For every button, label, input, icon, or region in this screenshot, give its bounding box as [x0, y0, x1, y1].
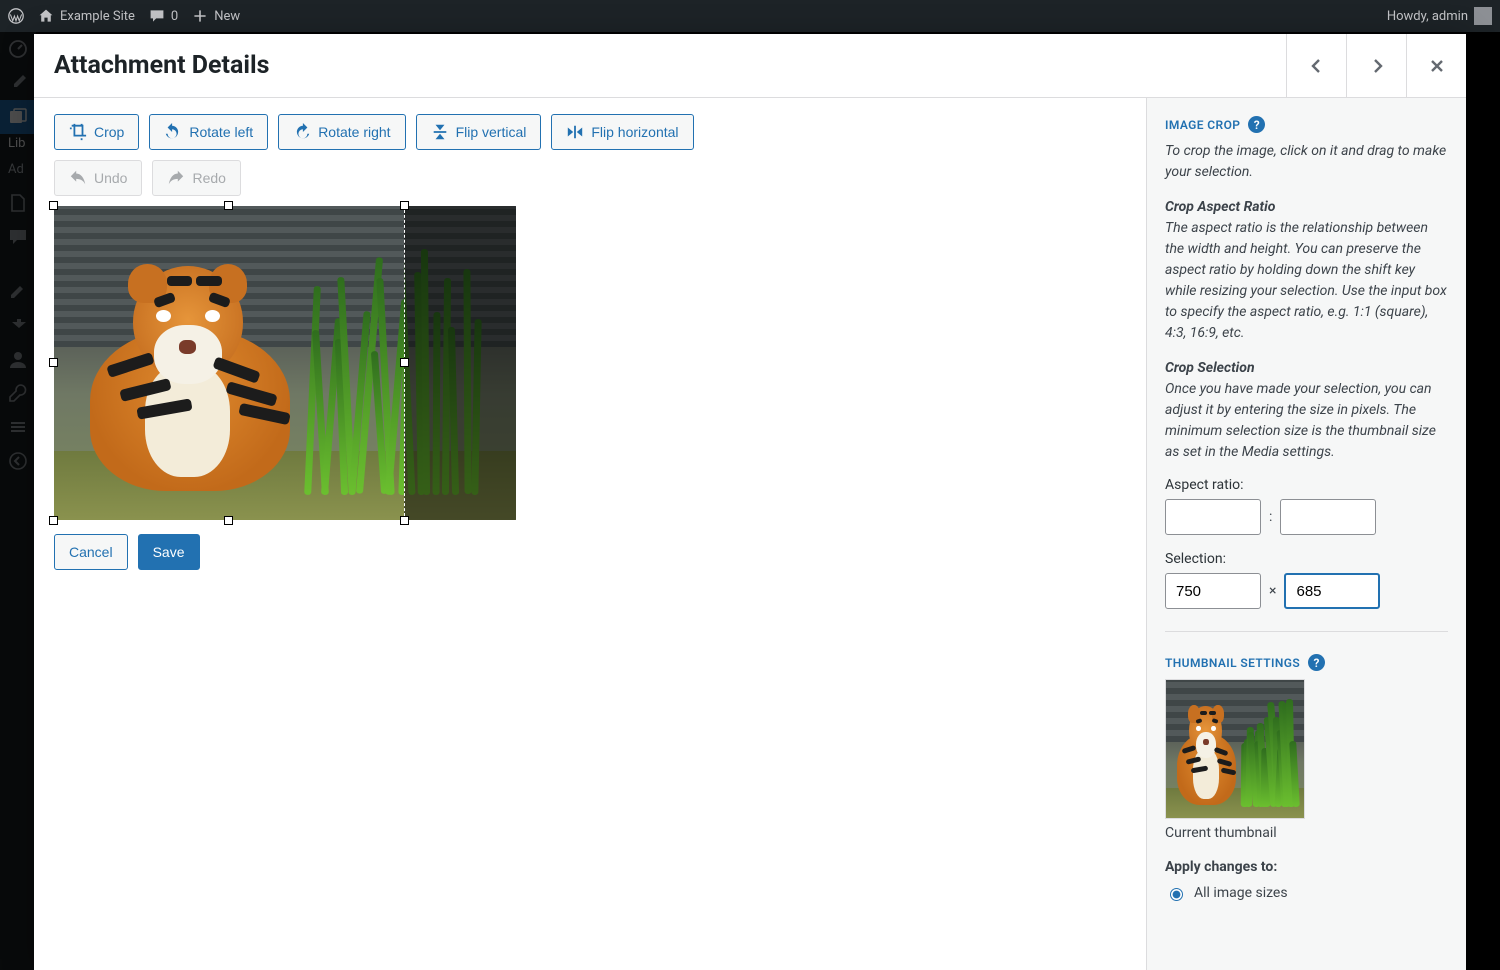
apply-all-sizes-radio[interactable]: [1170, 888, 1183, 901]
crop-selection-body: Once you have made your selection, you c…: [1165, 381, 1436, 460]
attachment-details-modal: Attachment Details Crop Rotate le: [34, 34, 1466, 970]
selection-separator: ×: [1269, 583, 1276, 599]
crop-selection-title: Crop Selection: [1165, 360, 1255, 376]
image-crop-canvas[interactable]: [54, 206, 516, 520]
cancel-button[interactable]: Cancel: [54, 534, 128, 570]
thumbnail-settings-heading: THUMBNAIL SETTINGS: [1165, 656, 1300, 670]
flip-vertical-label: Flip vertical: [456, 124, 527, 140]
crop-handle-e[interactable]: [400, 358, 409, 367]
selection-width-input[interactable]: [1165, 573, 1261, 609]
howdy-text: Howdy, admin: [1387, 9, 1468, 24]
crop-handle-sw[interactable]: [49, 516, 58, 525]
flip-horizontal-label: Flip horizontal: [591, 124, 678, 140]
modal-header: Attachment Details: [34, 34, 1466, 98]
site-name: Example Site: [60, 9, 135, 24]
selection-label: Selection:: [1165, 551, 1448, 567]
image-crop-intro: To crop the image, click on it and drag …: [1165, 141, 1448, 183]
crop-handle-se[interactable]: [400, 516, 409, 525]
new-link[interactable]: New: [192, 8, 240, 24]
crop-handle-n[interactable]: [224, 201, 233, 210]
save-button[interactable]: Save: [138, 534, 200, 570]
redo-label: Redo: [192, 170, 225, 186]
selection-height-input[interactable]: [1284, 573, 1380, 609]
wp-logo[interactable]: [8, 8, 24, 24]
crop-handle-w[interactable]: [49, 358, 58, 367]
prev-attachment-button[interactable]: [1286, 34, 1346, 97]
undo-button: Undo: [54, 160, 142, 196]
current-thumbnail: [1165, 679, 1305, 819]
image-crop-help-icon[interactable]: ?: [1248, 116, 1265, 133]
crop-label: Crop: [94, 124, 124, 140]
close-button[interactable]: [1406, 34, 1466, 97]
crop-handle-ne[interactable]: [400, 201, 409, 210]
apply-all-sizes-label: All image sizes: [1194, 885, 1288, 901]
modal-title: Attachment Details: [54, 51, 269, 80]
aspect-ratio-title: Crop Aspect Ratio: [1165, 199, 1275, 215]
rotate-right-button[interactable]: Rotate right: [278, 114, 405, 150]
apply-all-sizes-option[interactable]: All image sizes: [1165, 885, 1448, 901]
admin-bar: Example Site 0 New Howdy, admin: [0, 0, 1500, 32]
undo-label: Undo: [94, 170, 127, 186]
crop-button[interactable]: Crop: [54, 114, 139, 150]
avatar: [1474, 7, 1492, 25]
comments-count: 0: [171, 9, 178, 24]
aspect-ratio-label: Aspect ratio:: [1165, 477, 1448, 493]
flip-vertical-button[interactable]: Flip vertical: [416, 114, 542, 150]
rotate-left-label: Rotate left: [189, 124, 253, 140]
new-label: New: [214, 9, 240, 24]
flip-horizontal-button[interactable]: Flip horizontal: [551, 114, 693, 150]
comments-link[interactable]: 0: [149, 8, 178, 24]
site-link[interactable]: Example Site: [38, 8, 135, 24]
image-crop-heading: IMAGE CROP: [1165, 118, 1240, 132]
crop-handle-s[interactable]: [224, 516, 233, 525]
thumbnail-help-icon[interactable]: ?: [1308, 654, 1325, 671]
image-crop-sidebar: IMAGE CROP ? To crop the image, click on…: [1146, 98, 1466, 970]
image-editor-pane: Crop Rotate left Rotate right Flip verti…: [34, 98, 1146, 970]
thumbnail-caption: Current thumbnail: [1165, 825, 1448, 841]
aspect-height-input[interactable]: [1280, 499, 1376, 535]
aspect-width-input[interactable]: [1165, 499, 1261, 535]
rotate-left-button[interactable]: Rotate left: [149, 114, 268, 150]
redo-button: Redo: [152, 160, 240, 196]
aspect-ratio-body: The aspect ratio is the relationship bet…: [1165, 220, 1447, 341]
apply-changes-label: Apply changes to:: [1165, 859, 1448, 875]
cancel-label: Cancel: [69, 544, 113, 560]
aspect-separator: :: [1269, 509, 1272, 525]
howdy-link[interactable]: Howdy, admin: [1387, 7, 1492, 25]
next-attachment-button[interactable]: [1346, 34, 1406, 97]
crop-handle-nw[interactable]: [49, 201, 58, 210]
save-label: Save: [153, 544, 185, 560]
crop-selection[interactable]: [54, 206, 404, 520]
rotate-right-label: Rotate right: [318, 124, 390, 140]
